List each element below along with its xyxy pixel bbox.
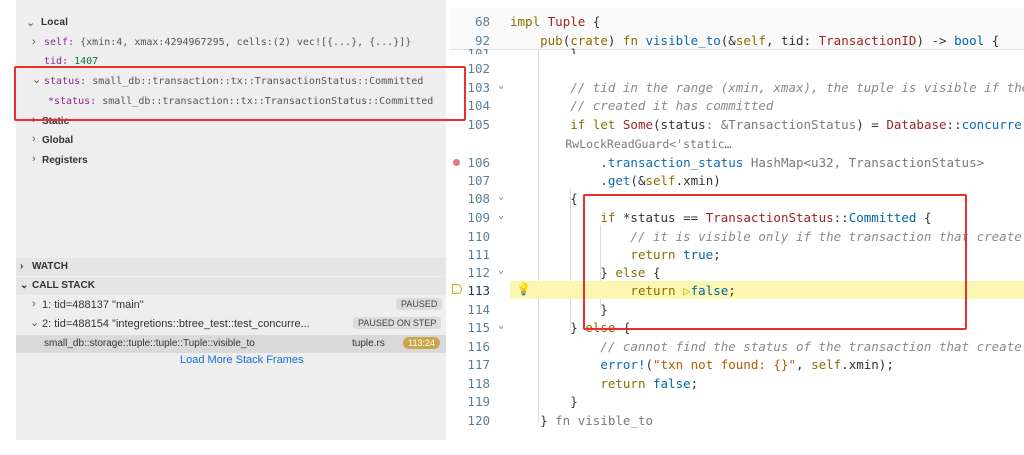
sticky-line-impl[interactable]: impl Tuple {: [510, 14, 600, 29]
line-number: 118: [467, 376, 490, 391]
execution-pointer-icon: [452, 284, 462, 294]
chevron-right-icon[interactable]: ›: [32, 133, 36, 145]
variable-self[interactable]: self: {xmin:4, xmax:4294967295, cells:(2…: [44, 37, 411, 48]
thread-2-status-badge: PAUSED ON STEP: [353, 317, 442, 329]
stack-frame-name: small_db::storage::tuple::tuple::Tuple::…: [44, 338, 255, 349]
local-scope-header[interactable]: Local: [41, 17, 68, 28]
line-number: 111: [467, 247, 490, 262]
code-line-comment[interactable]: // created it has committed: [510, 98, 773, 113]
chevron-down-icon: ⌄: [20, 280, 29, 291]
line-number: 108: [467, 191, 490, 206]
global-scope[interactable]: Global: [42, 135, 73, 146]
line-number: 109: [467, 210, 490, 225]
line-number: 117: [467, 357, 490, 372]
variable-self-name: self:: [44, 37, 75, 48]
code-line-get[interactable]: .get(&self.xmin): [510, 173, 720, 188]
code-line-if-let[interactable]: if let Some(status: &TransactionStatus) …: [510, 117, 1022, 132]
chevron-right-icon[interactable]: ›: [32, 36, 36, 48]
variable-self-value: {xmin:4, xmax:4294967295, cells:(2) vec!…: [80, 37, 412, 48]
thread-1[interactable]: 1: tid=488137 "main": [42, 299, 144, 311]
stack-frame-file: tuple.rs: [352, 338, 385, 349]
line-number: 115: [467, 320, 490, 335]
fold-chevron-icon[interactable]: ⌄: [498, 191, 504, 202]
line-number: 68: [474, 14, 490, 29]
line-number: 107: [467, 173, 490, 188]
fold-chevron-icon[interactable]: ⌄: [498, 210, 504, 221]
line-number: 105: [467, 117, 490, 132]
code-line-return-false[interactable]: return false;: [510, 376, 698, 391]
code-line-comment[interactable]: // tid in the range (xmin, xmax), the tu…: [510, 80, 1024, 95]
fold-chevron-icon[interactable]: ⌄: [498, 320, 504, 331]
highlight-box-condition: [583, 194, 967, 330]
code-line[interactable]: }: [510, 46, 578, 54]
code-line-error-macro[interactable]: error!("txn not found: {}", self.xmin);: [510, 357, 894, 372]
chevron-right-icon[interactable]: ›: [32, 153, 36, 165]
code-line-fn-end[interactable]: } fn visible_to: [510, 413, 653, 428]
code-line-comment[interactable]: // cannot find the status of the transac…: [510, 339, 1021, 354]
watch-label: WATCH: [32, 261, 68, 272]
chevron-down-icon[interactable]: ⌄: [26, 16, 35, 29]
chevron-down-icon[interactable]: ⌄: [30, 316, 39, 329]
registers-scope[interactable]: Registers: [42, 155, 88, 166]
line-number: 110: [467, 229, 490, 244]
line-number: 112: [467, 265, 490, 280]
highlight-box-status: [14, 66, 466, 121]
load-more-stack-frames-link[interactable]: Load More Stack Frames: [180, 354, 304, 366]
line-number: 119: [467, 394, 490, 409]
fold-chevron-icon[interactable]: ⌄: [498, 265, 504, 276]
line-number: 114: [467, 302, 490, 317]
stack-frame-position-badge: 113:24: [403, 337, 440, 349]
call-stack-section-header[interactable]: ⌄ CALL STACK: [16, 277, 446, 295]
fold-chevron-icon[interactable]: ⌄: [498, 80, 504, 91]
sticky-line-fn[interactable]: pub(crate) fn visible_to(&self, tid: Tra…: [510, 33, 999, 48]
chevron-right-icon[interactable]: ›: [32, 298, 36, 310]
line-number: 104: [467, 98, 490, 113]
watch-section-header[interactable]: › WATCH: [16, 258, 446, 276]
breakpoint-icon[interactable]: [453, 159, 460, 166]
thread-1-status-badge: PAUSED: [396, 298, 443, 310]
inlay-type-hint: RwLockReadGuard<'static…: [510, 137, 732, 151]
chevron-right-icon: ›: [20, 261, 24, 272]
line-number: 101: [467, 46, 490, 54]
code-line[interactable]: }: [510, 394, 578, 409]
stack-frame-selected[interactable]: small_db::storage::tuple::tuple::Tuple::…: [16, 335, 446, 353]
line-number: 102: [467, 61, 490, 76]
code-line[interactable]: {: [510, 191, 578, 206]
thread-2[interactable]: 2: tid=488154 "integretions::btree_test:…: [42, 318, 310, 330]
call-stack-label: CALL STACK: [32, 280, 95, 291]
line-number: 116: [467, 339, 490, 354]
line-number: 120: [467, 413, 490, 428]
code-line-transaction-status[interactable]: .transaction_status HashMap<u32, Transac…: [510, 155, 984, 170]
line-number: 103: [467, 80, 490, 95]
